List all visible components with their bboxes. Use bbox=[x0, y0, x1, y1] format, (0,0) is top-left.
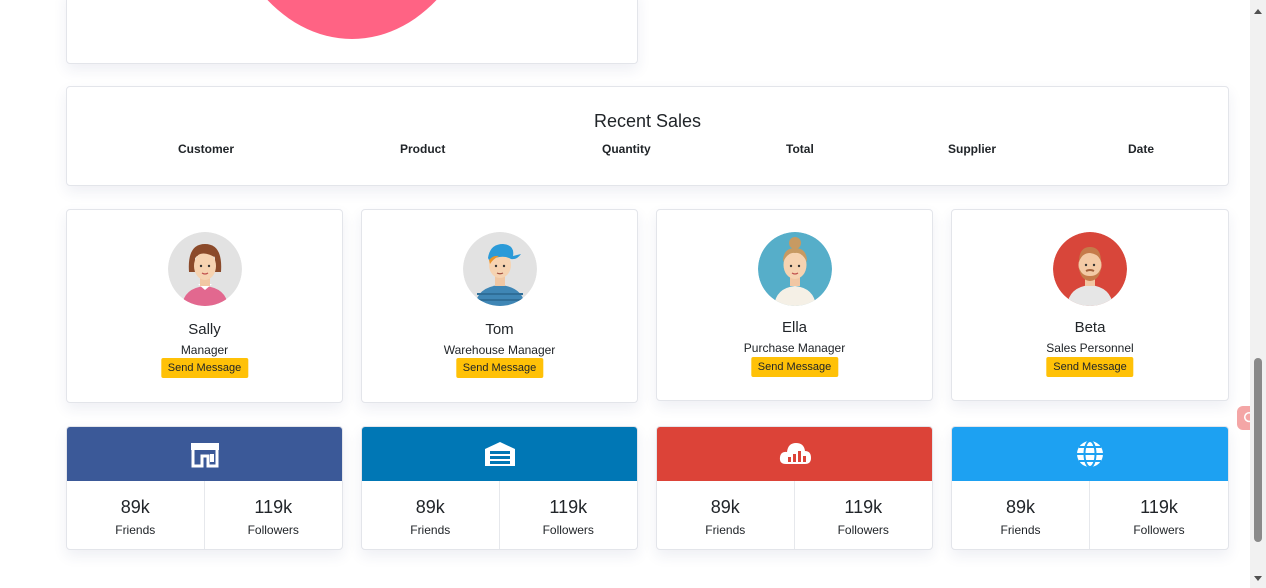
followers-label: Followers bbox=[247, 523, 299, 537]
send-message-button[interactable]: Send Message bbox=[455, 358, 544, 378]
column-header-supplier[interactable]: Supplier bbox=[948, 142, 996, 156]
column-header-date[interactable]: Date bbox=[1128, 142, 1154, 156]
followers-stat: 119k Followers bbox=[205, 481, 343, 549]
scroll-up-arrow-icon[interactable] bbox=[1254, 9, 1262, 14]
friends-count: 89k bbox=[415, 497, 445, 517]
followers-count: 119k bbox=[844, 497, 883, 517]
send-message-button[interactable]: Send Message bbox=[750, 357, 839, 377]
profile-name: Sally bbox=[188, 321, 221, 338]
store-icon bbox=[190, 443, 219, 468]
profile-card-beta: Beta Sales Personnel Send Message bbox=[951, 209, 1229, 401]
friends-stat: 89k Friends bbox=[67, 481, 205, 549]
send-message-button[interactable]: Send Message bbox=[1046, 357, 1134, 377]
friends-label: Friends bbox=[115, 523, 156, 537]
bearded-man-avatar-icon bbox=[1053, 232, 1127, 306]
dashboard-page: Recent Sales Customer Product Quantity T… bbox=[0, 0, 1266, 588]
followers-stat: 119k Followers bbox=[1090, 481, 1228, 549]
followers-count: 119k bbox=[549, 497, 588, 517]
woman-avatar-icon bbox=[167, 232, 242, 306]
send-message-button[interactable]: Send Message bbox=[160, 358, 249, 378]
friends-stat: 89k Friends bbox=[952, 481, 1090, 549]
friends-label: Friends bbox=[1000, 523, 1041, 537]
followers-label: Followers bbox=[542, 523, 594, 537]
column-header-total[interactable]: Total bbox=[786, 142, 814, 156]
social-card-header bbox=[67, 427, 342, 481]
man-avatar-icon bbox=[462, 232, 537, 306]
friends-count: 89k bbox=[120, 497, 150, 517]
social-card-header bbox=[362, 427, 637, 481]
profile-name: Tom bbox=[485, 321, 514, 338]
pie-slice bbox=[218, 0, 486, 39]
profile-name: Beta bbox=[1074, 319, 1106, 336]
followers-stat: 119k Followers bbox=[795, 481, 933, 549]
woman-bun-avatar-icon bbox=[757, 232, 832, 306]
profile-name: Ella bbox=[781, 319, 807, 336]
social-card-header bbox=[952, 427, 1228, 481]
avatar bbox=[757, 232, 832, 306]
profile-card-sally: Sally Manager Send Message bbox=[66, 209, 343, 403]
avatar bbox=[462, 232, 537, 306]
social-card-warehouse: 89k Friends 119k Followers bbox=[361, 426, 638, 550]
friends-label: Friends bbox=[705, 523, 746, 537]
avatar bbox=[167, 232, 242, 306]
followers-count: 119k bbox=[1140, 497, 1178, 517]
recent-sales-title: Recent Sales bbox=[593, 111, 702, 131]
column-header-customer[interactable]: Customer bbox=[178, 142, 234, 156]
followers-label: Followers bbox=[837, 523, 889, 537]
profile-card-ella: Ella Purchase Manager Send Message bbox=[656, 209, 933, 401]
cloud-chart-icon bbox=[779, 443, 811, 464]
followers-label: Followers bbox=[1133, 523, 1185, 537]
recent-sales-card: Recent Sales Customer Product Quantity T… bbox=[66, 86, 1229, 186]
profile-role: Manager bbox=[180, 343, 229, 357]
scroll-down-arrow-icon[interactable] bbox=[1254, 576, 1262, 581]
warehouse-icon bbox=[484, 442, 515, 466]
vertical-scrollbar[interactable] bbox=[1250, 0, 1266, 588]
social-card-cloud: 89k Friends 119k Followers bbox=[656, 426, 933, 550]
globe-icon bbox=[1077, 440, 1103, 468]
scrollbar-thumb[interactable] bbox=[1254, 358, 1262, 542]
column-header-product[interactable]: Product bbox=[400, 142, 445, 156]
friends-count: 89k bbox=[1005, 497, 1036, 517]
profile-card-tom: Tom Warehouse Manager Send Message bbox=[361, 209, 638, 403]
profile-role: Sales Personnel bbox=[1046, 341, 1134, 355]
profile-role: Warehouse Manager bbox=[443, 343, 556, 357]
social-card-header bbox=[657, 427, 932, 481]
followers-stat: 119k Followers bbox=[500, 481, 638, 549]
friends-stat: 89k Friends bbox=[362, 481, 500, 549]
friends-stat: 89k Friends bbox=[657, 481, 795, 549]
avatar bbox=[1053, 232, 1127, 306]
friends-count: 89k bbox=[710, 497, 740, 517]
social-card-globe: 89k Friends 119k Followers bbox=[951, 426, 1229, 550]
followers-count: 119k bbox=[254, 497, 293, 517]
friends-label: Friends bbox=[410, 523, 451, 537]
profile-role: Purchase Manager bbox=[743, 341, 846, 355]
pie-chart-card bbox=[66, 0, 638, 64]
social-card-store: 89k Friends 119k Followers bbox=[66, 426, 343, 550]
column-header-quantity[interactable]: Quantity bbox=[602, 142, 651, 156]
